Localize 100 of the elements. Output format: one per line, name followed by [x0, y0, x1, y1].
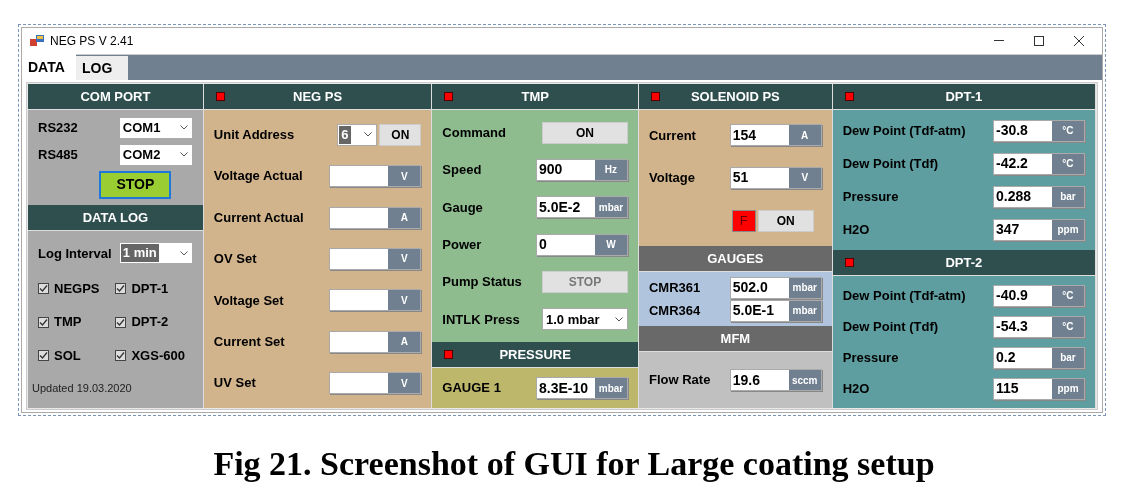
value-field[interactable]: -54.3 °C: [993, 315, 1085, 338]
section-header: COM PORT: [28, 84, 203, 110]
section-header: MFM: [639, 326, 832, 352]
unit-label: V: [388, 248, 421, 269]
checkbox[interactable]: NEGPS: [38, 279, 116, 299]
field-label: RS232: [38, 118, 78, 137]
unit-label: V: [388, 373, 421, 394]
field-label: Power: [442, 235, 482, 254]
field-label: Current Actual: [213, 208, 304, 227]
field-label: Command: [442, 123, 506, 142]
value-field[interactable]: 502.0 mbar: [729, 276, 822, 299]
unit-label: mbar: [595, 197, 627, 218]
unit-label: mbar: [788, 300, 821, 321]
field-label: Pressure: [842, 348, 899, 367]
field-label: H2O: [842, 220, 870, 239]
value-field[interactable]: 0 W: [536, 233, 628, 256]
field-label: H2O: [842, 379, 870, 398]
value-field[interactable]: V: [329, 372, 422, 395]
dropdown[interactable]: COM2: [118, 143, 193, 166]
value-field[interactable]: 5.0E-1 mbar: [729, 299, 822, 322]
close-icon[interactable]: [1074, 36, 1084, 46]
field-label: Current Set: [213, 333, 285, 352]
checkmark-icon: [39, 317, 48, 327]
value-field[interactable]: 51 V: [729, 167, 822, 189]
value-field[interactable]: A: [329, 330, 422, 353]
checkmark-icon: [116, 351, 126, 361]
field-label: INTLK Press: [442, 310, 520, 329]
button[interactable]: ON: [757, 209, 814, 232]
field-label: Voltage Set: [213, 291, 284, 310]
field-label: Gauge: [442, 198, 483, 217]
checkmark-icon: [39, 284, 48, 294]
section-header: DPT-2: [832, 250, 1095, 276]
field-label: Log Interval: [38, 244, 112, 263]
checkbox[interactable]: SOL: [38, 346, 116, 366]
dropdown[interactable]: 1.0 mbar: [542, 308, 628, 331]
value-field[interactable]: V: [329, 247, 422, 270]
unit-label: °C: [1052, 316, 1084, 337]
stop-button[interactable]: STOP: [99, 170, 172, 199]
value-field[interactable]: 0.2 bar: [993, 346, 1085, 369]
updated-date: Updated 19.03.2020: [32, 381, 132, 397]
unit-label: mbar: [595, 378, 627, 398]
field-label: Unit Address: [213, 125, 295, 144]
checkmark-icon: [39, 351, 48, 361]
value-field[interactable]: 0.288 bar: [993, 185, 1085, 208]
chevron-down-icon: [179, 152, 188, 157]
checkbox[interactable]: DPT-2: [115, 312, 193, 332]
value-field[interactable]: 19.6 sccm: [729, 369, 822, 391]
section-header: PRESSURE: [432, 342, 638, 368]
button[interactable]: ON: [542, 121, 628, 144]
chevron-down-icon: [364, 132, 373, 138]
dropdown[interactable]: 1 min: [118, 242, 193, 265]
window-title: NEG PS V 2.41: [50, 33, 134, 50]
field-label: Dew Point (Tdf-atm): [842, 121, 966, 140]
unit-label: sccm: [788, 370, 821, 390]
value-field[interactable]: 5.0E-2 mbar: [536, 196, 628, 219]
unit-label: ppm: [1052, 219, 1084, 240]
unit-label: V: [388, 166, 421, 187]
checkbox[interactable]: XGS-600: [115, 346, 193, 366]
button: STOP: [542, 270, 628, 293]
field-label: Voltage Actual: [213, 167, 303, 186]
app-icon: [30, 35, 44, 47]
field-label: Current: [649, 126, 696, 145]
unit-label: ppm: [1052, 378, 1084, 399]
chevron-down-icon: [179, 250, 188, 256]
value-field[interactable]: 154 A: [729, 124, 822, 147]
field-label: CMR364: [649, 301, 701, 320]
section-header: SOLENOID PS: [639, 84, 832, 110]
unit-label: V: [788, 168, 821, 188]
chevron-down-icon: [615, 316, 623, 322]
checkmark-icon: [116, 284, 126, 294]
value-field[interactable]: A: [329, 206, 422, 229]
chevron-down-icon: [179, 125, 188, 130]
figure-caption: Fig 21. Screenshot of GUI for Large coating setup: [213, 444, 935, 484]
value-field[interactable]: -30.8 °C: [993, 119, 1085, 142]
field-label: Dew Point (Tdf): [842, 317, 939, 336]
fault-indicator: F: [731, 209, 756, 232]
minimize-icon[interactable]: [994, 40, 1004, 42]
value-field[interactable]: 115 ppm: [993, 377, 1085, 400]
button[interactable]: ON: [379, 123, 422, 146]
checkbox[interactable]: DPT-1: [115, 279, 193, 299]
value-field[interactable]: -42.2 °C: [993, 152, 1085, 175]
dropdown[interactable]: 6: [337, 123, 378, 146]
unit-label: A: [788, 125, 821, 146]
value-field[interactable]: V: [329, 289, 422, 312]
section-header: TMP: [432, 84, 638, 110]
value-field[interactable]: 8.3E-10 mbar: [536, 377, 628, 399]
field-label: RS485: [38, 145, 78, 164]
value-field[interactable]: 347 ppm: [993, 218, 1085, 241]
dropdown[interactable]: COM1: [118, 116, 193, 139]
value-field[interactable]: V: [329, 165, 422, 188]
tab[interactable]: DATA: [22, 54, 76, 80]
unit-label: V: [388, 290, 421, 311]
section-header: GAUGES: [639, 246, 832, 272]
maximize-icon[interactable]: [1034, 36, 1044, 46]
field-label: Voltage: [649, 169, 695, 188]
tab[interactable]: LOG: [76, 56, 128, 80]
unit-label: A: [388, 207, 421, 228]
value-field[interactable]: -40.9 °C: [993, 284, 1085, 307]
checkbox[interactable]: TMP: [38, 312, 116, 332]
value-field[interactable]: 900 Hz: [536, 159, 628, 181]
